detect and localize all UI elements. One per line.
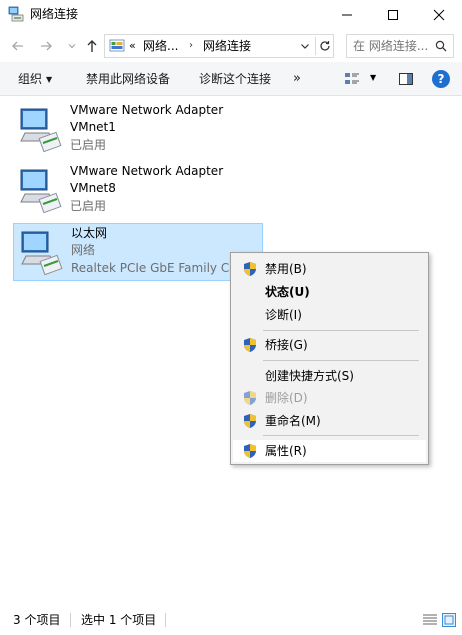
menu-item-delete: 删除(D): [233, 387, 426, 409]
title-bar: 网络连接: [0, 0, 462, 30]
preview-pane-icon[interactable]: [398, 71, 414, 87]
menu-item-bridge[interactable]: 桥接(G): [233, 334, 426, 356]
menu-item-rename[interactable]: 重命名(M): [233, 410, 426, 432]
connection-name: VMware Network Adapter: [70, 164, 224, 178]
back-button[interactable]: [8, 36, 28, 56]
connection-ethernet[interactable]: 以太网 网络 Realtek PCIe GbE Family Controlle…: [13, 223, 263, 281]
uac-shield-icon: [244, 391, 256, 405]
breadcrumb-separator[interactable]: ›: [189, 40, 193, 51]
connection-vmnet8[interactable]: VMware Network Adapter VMnet8 已启用: [13, 162, 263, 220]
menu-item-label: 诊断(I): [265, 308, 302, 322]
connection-vmnet1[interactable]: VMware Network Adapter VMnet1 已启用: [13, 101, 263, 159]
chevron-down-icon: [68, 44, 76, 49]
menu-item-label: 属性(R): [265, 444, 307, 458]
status-divider: [165, 613, 166, 627]
menu-item-disable[interactable]: 禁用(B): [233, 258, 426, 280]
uac-shield-icon: [244, 414, 256, 428]
menu-item-status[interactable]: 状态(U): [233, 281, 426, 303]
details-view-icon[interactable]: [422, 613, 438, 627]
maximize-icon: [388, 10, 398, 20]
menu-item-diagnose[interactable]: 诊断(I): [233, 304, 426, 326]
breadcrumb-network[interactable]: 网络...: [143, 39, 178, 53]
minimize-icon: [342, 14, 352, 16]
view-options-caret-icon[interactable]: ▼: [370, 73, 376, 82]
organize-label: 组织: [18, 72, 43, 86]
more-commands-button[interactable]: »: [293, 71, 301, 87]
network-adapter-icon: [20, 169, 62, 214]
menu-item-label: 重命名(M): [265, 414, 321, 428]
connection-device: VMnet1: [70, 120, 116, 134]
connection-status: 已启用: [70, 138, 107, 152]
up-arrow-icon: [87, 40, 97, 52]
control-panel-icon: [109, 39, 125, 52]
refresh-button[interactable]: [315, 37, 333, 55]
network-adapter-icon: [20, 108, 62, 153]
close-button[interactable]: [416, 0, 462, 30]
status-divider: [70, 613, 71, 627]
menu-item-properties[interactable]: 属性(R): [233, 440, 426, 462]
search-icon: [435, 40, 447, 52]
network-adapter-icon: [21, 231, 63, 276]
network-connections-icon: [8, 6, 24, 22]
uac-shield-icon: [244, 338, 256, 352]
menu-separator: [263, 330, 419, 331]
menu-separator: [263, 360, 419, 361]
address-row: « 网络... › 网络连接: [0, 30, 462, 62]
uac-shield-icon: [244, 444, 256, 458]
disable-device-button[interactable]: 禁用此网络设备: [86, 71, 170, 87]
search-input[interactable]: [353, 38, 433, 54]
chevron-down-icon: [301, 44, 309, 49]
connection-name: VMware Network Adapter: [70, 103, 224, 117]
command-bar: 组织 ▼ 禁用此网络设备 诊断这个连接 » ▼ ?: [0, 62, 462, 96]
menu-separator: [263, 435, 419, 436]
menu-item-label: 删除(D): [265, 391, 308, 405]
back-arrow-icon: [12, 41, 23, 51]
connection-status: 已启用: [70, 199, 107, 213]
menu-item-label: 状态(U): [265, 285, 310, 299]
maximize-button[interactable]: [370, 0, 416, 30]
selected-count: 选中 1 个项目: [81, 613, 157, 627]
close-icon: [433, 9, 445, 21]
connection-device: VMnet8: [70, 181, 116, 195]
forward-arrow-icon: [41, 41, 52, 51]
help-button[interactable]: ?: [432, 70, 450, 88]
breadcrumb-network-connections[interactable]: 网络连接: [203, 39, 251, 53]
item-count: 3 个项目: [13, 613, 61, 627]
menu-item-label: 创建快捷方式(S): [265, 369, 354, 383]
up-button[interactable]: [82, 36, 102, 56]
change-view-icon[interactable]: [344, 71, 360, 87]
minimize-button[interactable]: [324, 0, 370, 30]
large-icons-view-icon[interactable]: [442, 613, 456, 627]
uac-shield-icon: [244, 262, 256, 276]
address-bar[interactable]: « 网络... › 网络连接: [104, 34, 334, 58]
forward-button[interactable]: [36, 36, 56, 56]
caret-down-icon: ▼: [46, 75, 53, 84]
organize-menu[interactable]: 组织 ▼: [18, 71, 52, 88]
address-dropdown[interactable]: [297, 38, 313, 54]
diagnose-connection-button[interactable]: 诊断这个连接: [199, 71, 271, 87]
menu-item-label: 禁用(B): [265, 262, 307, 276]
menu-item-label: 桥接(G): [265, 338, 308, 352]
context-menu: 禁用(B) 状态(U) 诊断(I) 桥接(G) 创建快捷方式(S) 删除(D) …: [230, 252, 429, 465]
breadcrumb-overflow[interactable]: «: [129, 39, 136, 53]
search-box[interactable]: [346, 34, 454, 58]
window-title: 网络连接: [30, 7, 79, 21]
status-bar: 3 个项目 选中 1 个项目: [0, 608, 462, 635]
recent-locations-button[interactable]: [62, 36, 82, 56]
connection-name: 以太网: [71, 226, 108, 240]
refresh-icon: [319, 41, 330, 51]
menu-item-create-shortcut[interactable]: 创建快捷方式(S): [233, 365, 426, 387]
